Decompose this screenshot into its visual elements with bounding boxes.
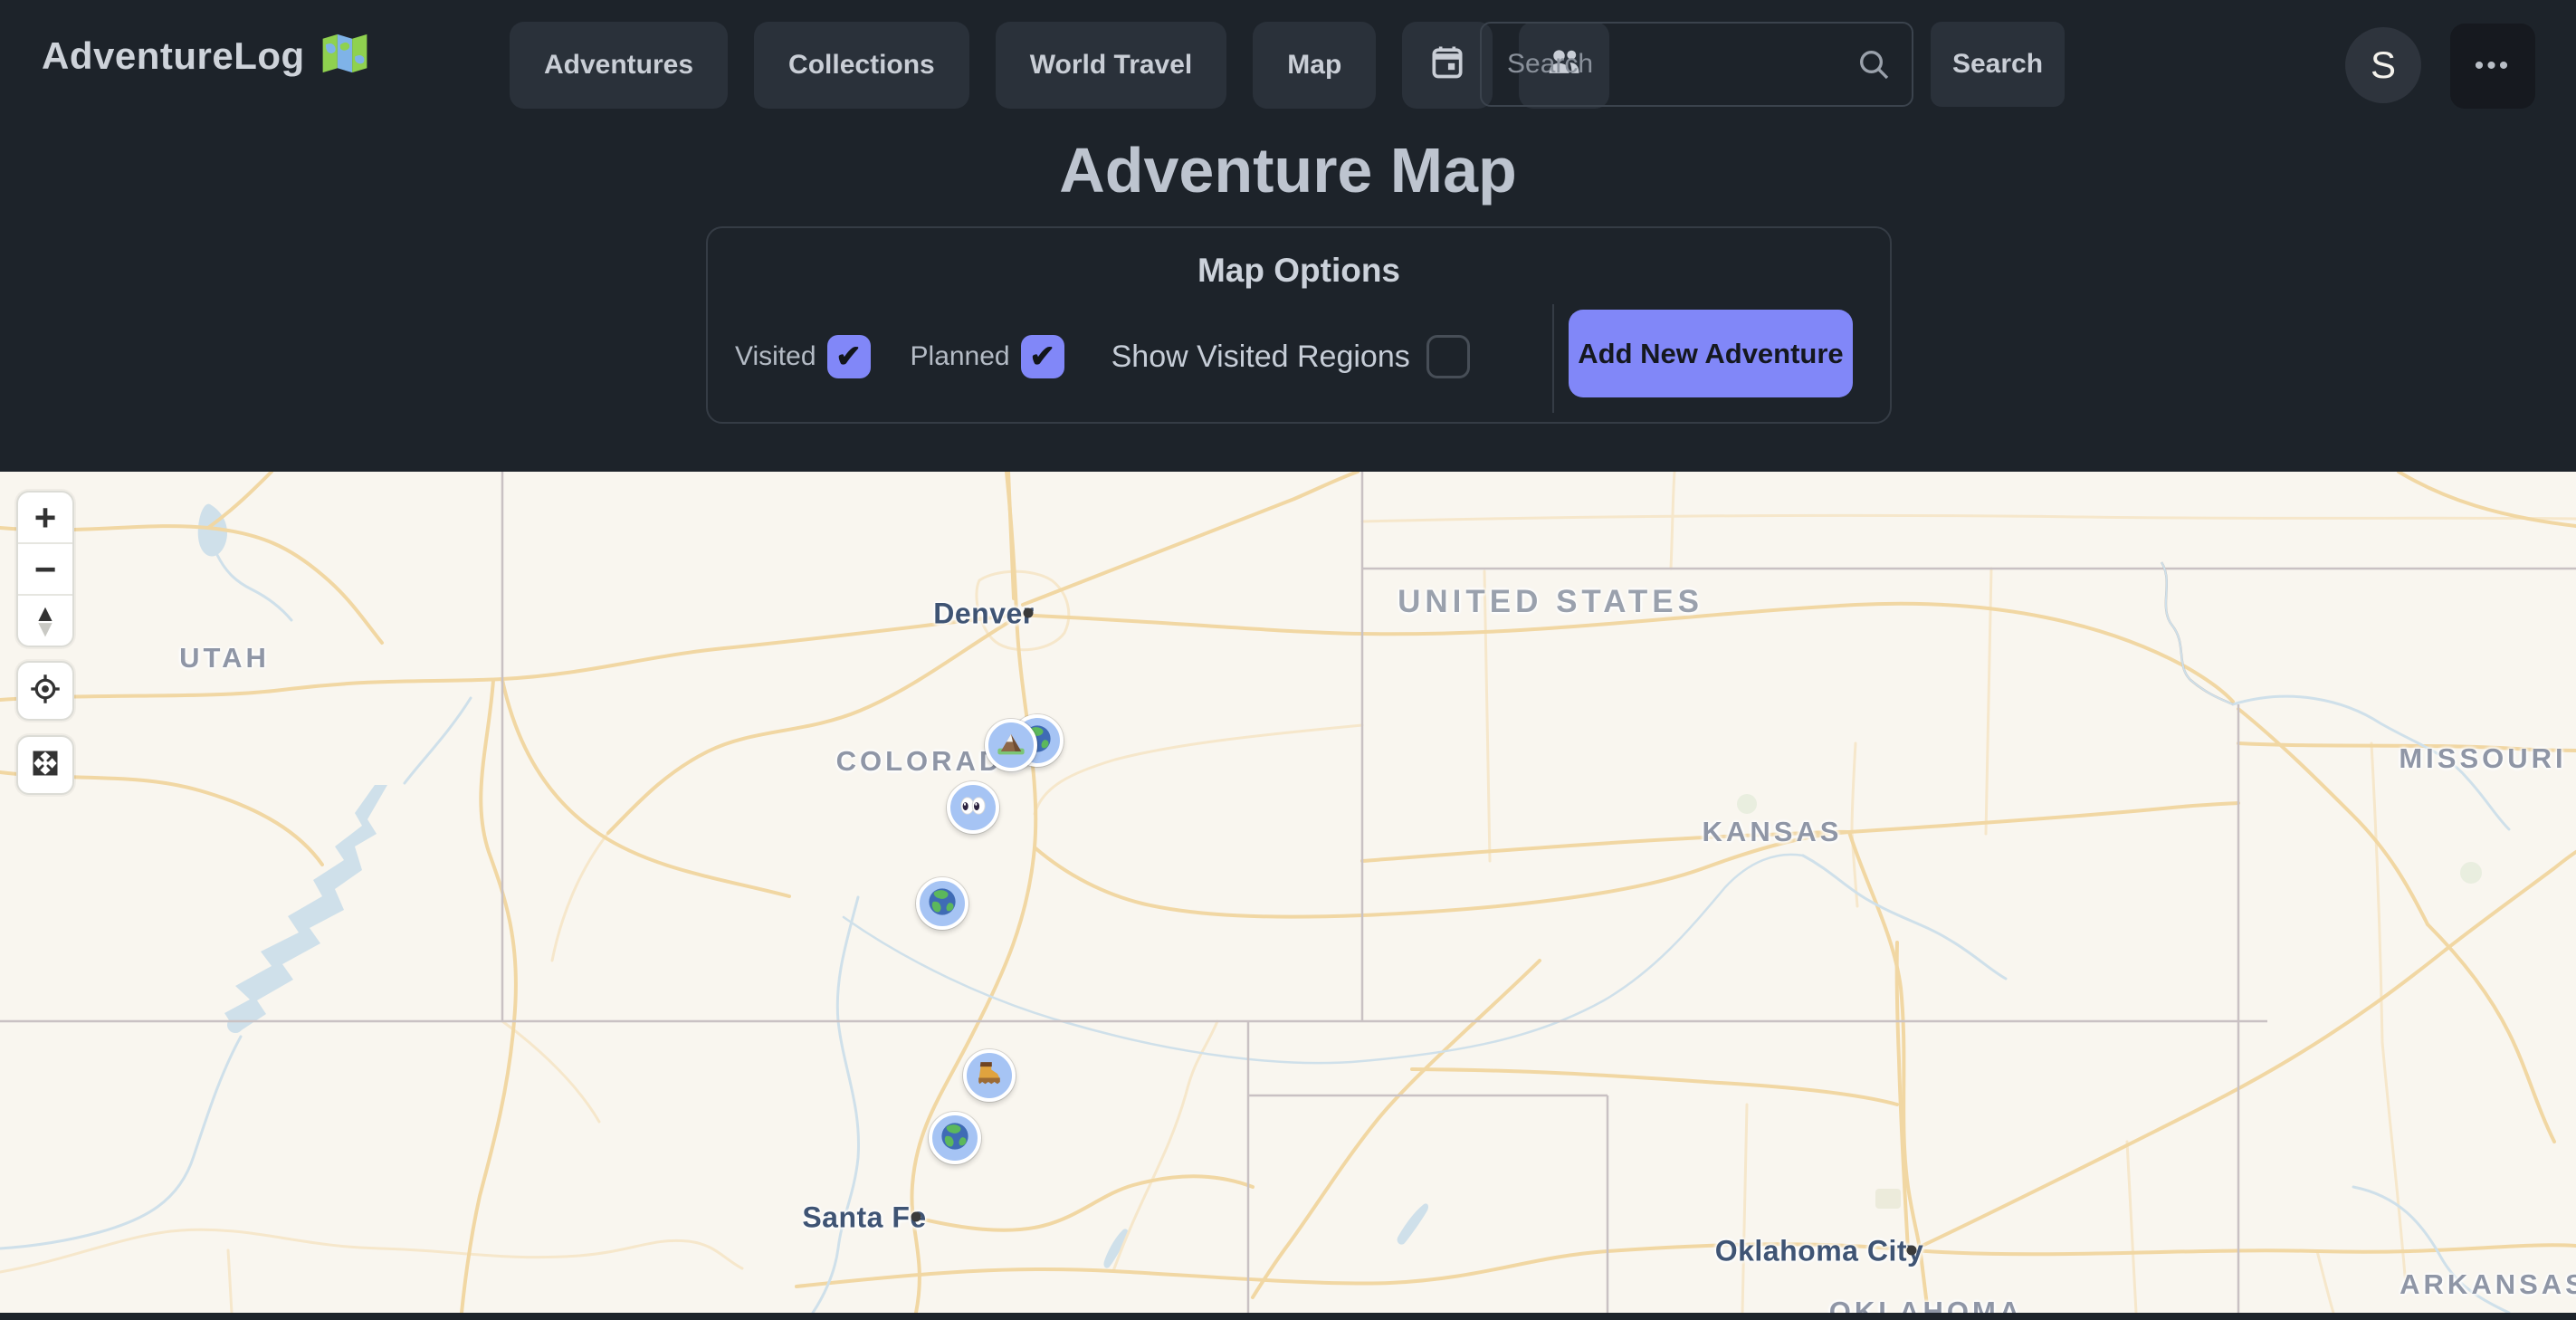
search-group: Search — [1480, 22, 2065, 107]
filter-label: Planned — [911, 341, 1010, 372]
brand-home-link[interactable]: AdventureLog — [42, 33, 368, 79]
filter-planned: Planned ✔ — [911, 335, 1064, 378]
add-new-adventure-button[interactable]: Add New Adventure — [1569, 310, 1853, 397]
compass-button[interactable]: ▲ ▼ — [18, 594, 72, 646]
compass-down-icon: ▼ — [33, 621, 57, 636]
world-map-emoji-logo-icon — [321, 33, 368, 79]
search-icon — [1856, 46, 1892, 82]
fullscreen-icon — [29, 747, 62, 784]
eyes-emoji-icon — [957, 789, 989, 827]
avatar-initial: S — [2371, 43, 2396, 87]
search-button[interactable]: Search — [1931, 22, 2065, 107]
nav-label: Collections — [788, 50, 935, 81]
adventurelog-app: AdventureLog Adventures Collections World … — [0, 0, 2576, 1320]
nav-label: World Travel — [1030, 50, 1193, 81]
nav-world-travel[interactable]: World Travel — [996, 22, 1227, 109]
calendar-icon — [1427, 42, 1467, 89]
map-options-title: Map Options — [708, 252, 1890, 290]
adventure-marker-globe[interactable] — [916, 877, 968, 930]
globe-emoji-icon — [926, 885, 959, 923]
geolocate-icon — [29, 673, 62, 710]
filter-show-visited-regions: Show Visited Regions — [1111, 335, 1470, 378]
zoom-in-button[interactable]: + — [18, 493, 72, 542]
map-zoom-control: + − ▲ ▼ — [16, 491, 74, 647]
filter-visited: Visited ✔ — [735, 335, 871, 378]
search-input[interactable] — [1480, 22, 1913, 107]
nav-map[interactable]: Map — [1253, 22, 1376, 109]
geolocate-button[interactable] — [16, 661, 74, 721]
adventure-marker-globe[interactable] — [929, 1112, 981, 1164]
more-menu-button[interactable]: ••• — [2450, 24, 2535, 109]
mountain-emoji-icon — [995, 727, 1027, 764]
filters-row: Visited ✔ Planned ✔ Show Visited Regions — [735, 335, 1470, 378]
search-box — [1480, 22, 1913, 107]
map-base-layer — [0, 472, 2576, 1313]
ellipsis-icon: ••• — [2475, 51, 2512, 81]
map-canvas[interactable]: UNITED STATESUTAHCOLORADOKANSASMISSOURIA… — [0, 472, 2576, 1313]
navbar: AdventureLog Adventures Collections World … — [0, 0, 2576, 130]
nav-adventures[interactable]: Adventures — [510, 22, 728, 109]
boot-emoji-icon — [973, 1057, 1006, 1095]
bottom-bar — [0, 1313, 2576, 1320]
page-title: Adventure Map — [0, 134, 2576, 206]
nav-label: Adventures — [544, 50, 693, 81]
nav-collections[interactable]: Collections — [754, 22, 969, 109]
fullscreen-button[interactable] — [16, 735, 74, 795]
zoom-out-button[interactable]: − — [18, 542, 72, 594]
adventure-marker-mountain[interactable] — [985, 719, 1037, 771]
primary-nav: Adventures Collections World Travel Map — [510, 22, 1609, 109]
adventure-marker-eyes[interactable] — [947, 781, 999, 834]
nav-label: Map — [1287, 50, 1341, 81]
globe-emoji-icon — [939, 1120, 971, 1157]
map-options-card: Map Options Visited ✔ Planned ✔ Show Visited… — [706, 226, 1892, 424]
filter-label: Visited — [735, 341, 816, 372]
show-visited-regions-checkbox[interactable] — [1426, 335, 1470, 378]
planned-checkbox[interactable]: ✔ — [1021, 335, 1064, 378]
brand-title: AdventureLog — [42, 34, 305, 78]
regions-toggle-label: Show Visited Regions — [1111, 340, 1410, 375]
divider — [1552, 304, 1554, 413]
avatar[interactable]: S — [2345, 27, 2421, 103]
adventure-marker-boot[interactable] — [963, 1049, 1016, 1102]
visited-checkbox[interactable]: ✔ — [827, 335, 871, 378]
